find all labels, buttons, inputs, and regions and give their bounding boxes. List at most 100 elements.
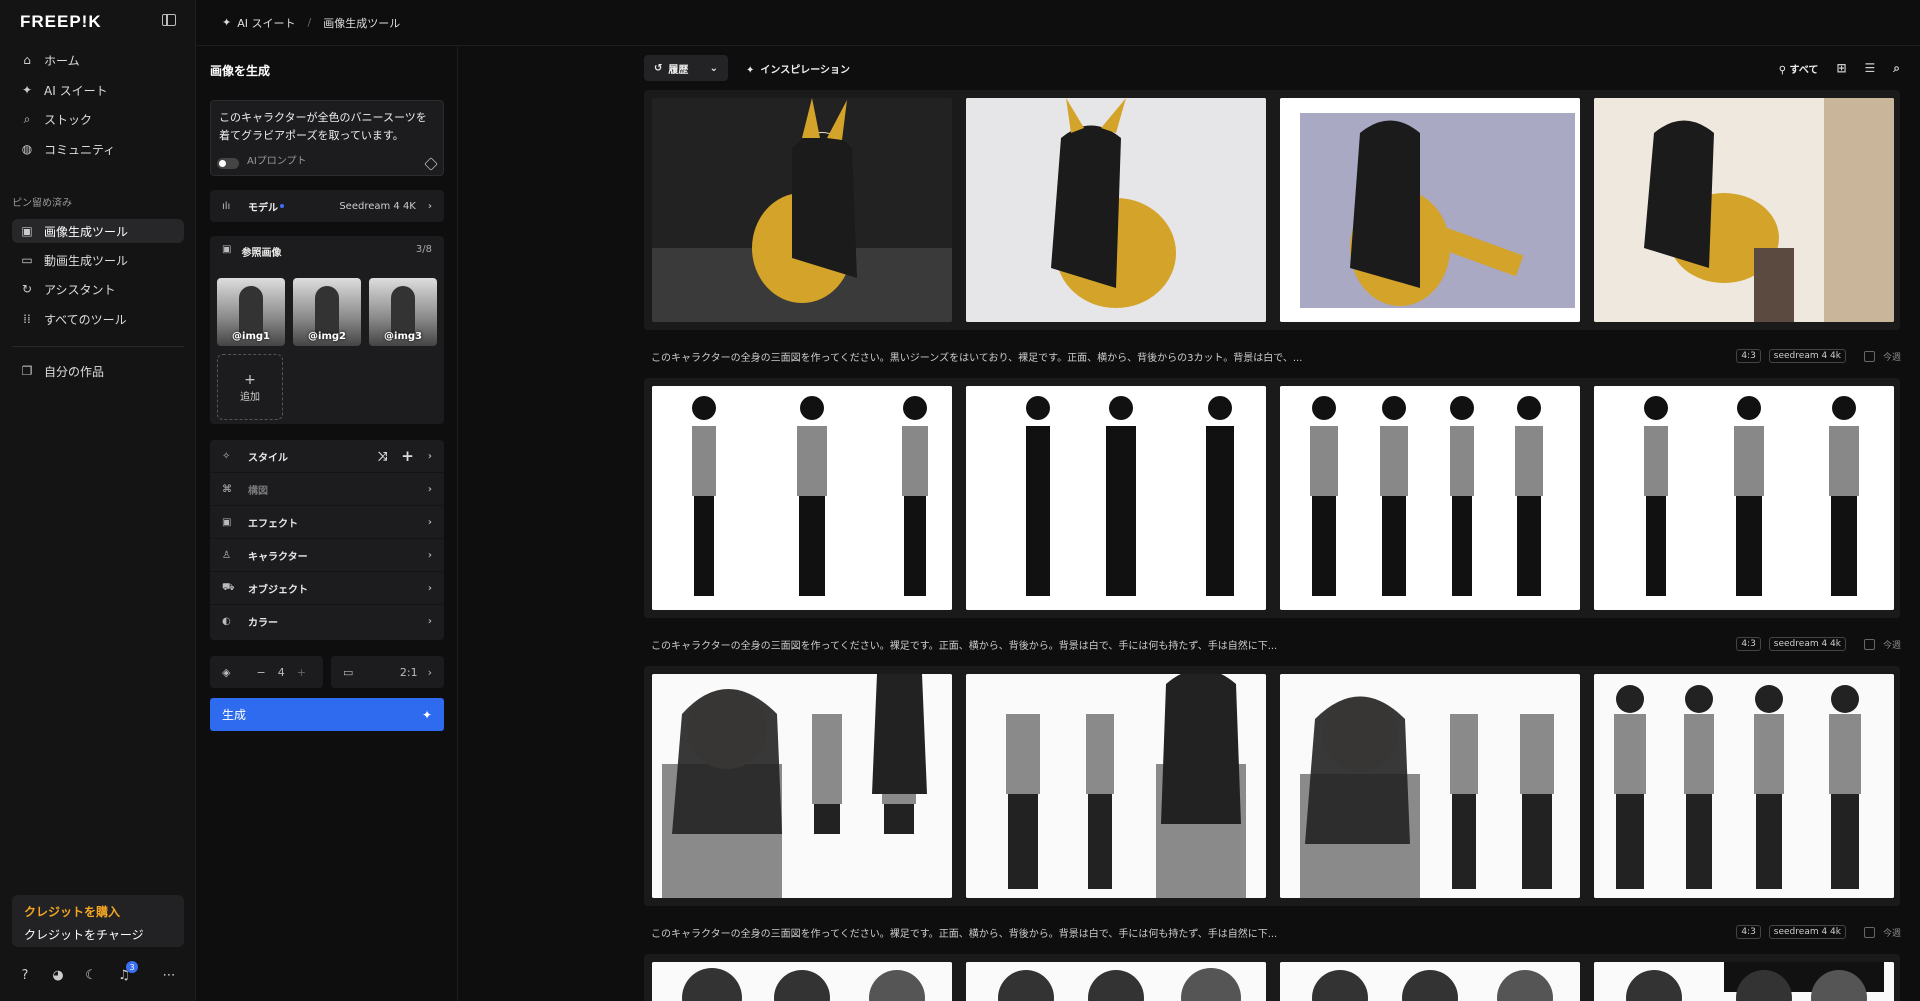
search-icon[interactable]: ⌕	[1893, 61, 1900, 76]
generated-image[interactable]	[652, 962, 952, 1001]
nav-ai-suite[interactable]: ✦ AI スイート	[12, 78, 184, 102]
add-reference-button[interactable]: + 追加	[217, 354, 283, 420]
date-label: 今週	[1882, 928, 1901, 939]
generated-image[interactable]	[1280, 962, 1580, 1001]
chevron-right-icon: ›	[427, 516, 432, 528]
nav-video-generator[interactable]: ▭ 動画生成ツール	[12, 248, 184, 272]
generated-image[interactable]	[1280, 98, 1580, 322]
select-checkbox[interactable]	[1863, 638, 1875, 650]
turnaround-image	[1594, 962, 1894, 1001]
generated-image[interactable]	[966, 386, 1266, 610]
bunny-girl-image	[1594, 98, 1894, 322]
prompt-caption: このキャラクターの全身の三面図を作ってください。裸足です。正面、横から、背後から…	[651, 637, 1901, 652]
generated-image[interactable]	[652, 674, 952, 898]
grid-view-icon[interactable]: ⊞	[1836, 61, 1846, 75]
nav-stock[interactable]: ⌕ ストック	[12, 107, 184, 131]
chat-icon: ↻	[21, 282, 33, 296]
globe-icon: ◍	[21, 142, 33, 156]
charge-credits-link[interactable]: クレジットをチャージ	[24, 926, 172, 943]
nav-label: ホーム	[44, 53, 80, 68]
nav-all-tools[interactable]: ⁞⁞ すべてのツール	[12, 307, 184, 331]
generated-image[interactable]	[1280, 674, 1580, 898]
nav-label: 画像生成ツール	[44, 224, 129, 239]
filter-all-button[interactable]: ⚲ すべて	[1779, 61, 1819, 76]
prompt-text: このキャラクターが全色のバニースーツを着てグラビアポーズを取っています。	[219, 111, 427, 142]
nav-image-generator[interactable]: ▣ 画像生成ツール	[12, 219, 184, 243]
prompt-input[interactable]: このキャラクターが全色のバニースーツを着てグラビアポーズを取っています。 AIプ…	[210, 100, 444, 176]
reference-thumb[interactable]: @img1	[217, 278, 285, 346]
nav-my-works[interactable]: ❐ 自分の作品	[12, 359, 184, 383]
breadcrumb: ✦ AI スイート / 画像生成ツール	[196, 0, 1920, 46]
reference-thumb[interactable]: @img3	[369, 278, 437, 346]
credit-card[interactable]: クレジットを購入 クレジットをチャージ	[12, 895, 184, 947]
object-row[interactable]: ⛟ オブジェクト ›	[210, 572, 444, 605]
select-checkbox[interactable]	[1863, 926, 1875, 938]
sidebar-toggle-icon[interactable]	[162, 14, 176, 26]
composition-label: 構図	[248, 485, 268, 497]
help-icon[interactable]: ?	[16, 966, 34, 984]
cube-icon[interactable]	[424, 157, 438, 171]
generated-image[interactable]	[1280, 386, 1580, 610]
shuffle-icon[interactable]: ⤨	[378, 449, 388, 464]
model-selector[interactable]: ılı モデル Seedream 4 4K ›	[210, 190, 444, 222]
discord-icon[interactable]: ◕	[49, 966, 67, 984]
prompt-caption: このキャラクターの全身の三面図を作ってください。黒いジーンズをはいており、裸足で…	[651, 349, 1901, 364]
settings-sliders-icon[interactable]: ☰	[1865, 61, 1876, 75]
generated-image[interactable]	[652, 386, 952, 610]
decrement-button[interactable]: −	[256, 666, 265, 679]
bunny-girl-image	[652, 98, 952, 322]
ai-prompt-toggle[interactable]	[217, 158, 239, 169]
more-icon[interactable]: ⋯	[160, 966, 178, 984]
divider	[12, 346, 184, 347]
effect-row[interactable]: ▣ エフェクト ›	[210, 506, 444, 539]
generated-image[interactable]	[1594, 962, 1894, 1001]
generate-button[interactable]: 生成 ✦	[210, 698, 444, 731]
nav-label: すべてのツール	[44, 312, 127, 327]
generated-image[interactable]	[966, 98, 1266, 322]
breadcrumb-root[interactable]: AI スイート	[237, 15, 295, 31]
chevron-down-icon: ⌄	[709, 62, 718, 74]
nav-community[interactable]: ◍ コミュニティ	[12, 137, 184, 161]
select-checkbox[interactable]	[1863, 350, 1875, 362]
generated-image[interactable]	[652, 98, 952, 322]
generated-image[interactable]	[966, 962, 1266, 1001]
history-dropdown[interactable]: ↺ 履歴 ⌄	[644, 55, 728, 81]
bar-chart-icon: ılı	[222, 200, 231, 212]
chevron-right-icon: ›	[427, 616, 432, 627]
generator-panel: 画像を生成 このキャラクターが全色のバニースーツを着てグラビアポーズを取っていま…	[196, 46, 458, 1001]
prompt-caption: このキャラクターの全身の三面図を作ってください。裸足です。正面、横から、背後から…	[651, 925, 1901, 940]
style-icon: ✧	[222, 450, 231, 462]
bunny-girl-image	[1280, 98, 1580, 322]
increment-button[interactable]: +	[297, 666, 306, 679]
notification-badge: 3	[126, 961, 138, 973]
add-label: 追加	[240, 391, 260, 403]
reference-label: 参照画像	[241, 248, 282, 259]
generated-image[interactable]	[1594, 674, 1894, 898]
generated-image[interactable]	[1594, 98, 1894, 322]
buy-credits-link[interactable]: クレジットを購入	[24, 903, 172, 920]
character-row[interactable]: ♙ キャラクター ›	[210, 539, 444, 572]
composition-row[interactable]: ⌘ 構図 ›	[210, 473, 444, 506]
nav-assistant[interactable]: ↻ アシスタント	[12, 277, 184, 301]
color-row[interactable]: ◐ カラー ›	[210, 605, 444, 638]
model-label: モデル	[248, 202, 278, 214]
inspiration-tab[interactable]: ✦ インスピレーション	[746, 61, 850, 76]
person-icon: ♙	[222, 549, 231, 561]
caption-text: このキャラクターの全身の三面図を作ってください。黒いジーンズをはいており、裸足で…	[651, 352, 1303, 364]
moon-icon[interactable]: ☾	[82, 966, 100, 984]
nav-home[interactable]: ⌂ ホーム	[12, 48, 184, 72]
plus-icon[interactable]: +	[401, 447, 414, 465]
generated-image[interactable]	[966, 674, 1266, 898]
chevron-right-icon: ›	[427, 483, 432, 495]
history-icon: ↺	[654, 62, 663, 74]
freepik-logo[interactable]: FREEP!K	[20, 12, 102, 32]
chevron-right-icon: ›	[427, 665, 432, 679]
style-row[interactable]: ✧ スタイル ⤨ + ›	[210, 440, 444, 473]
turnaround-image	[1280, 962, 1580, 1001]
chevron-right-icon: ›	[427, 582, 432, 594]
new-dot	[280, 204, 284, 208]
generated-image[interactable]	[1594, 386, 1894, 610]
reference-thumb[interactable]: @img2	[293, 278, 361, 346]
aspect-ratio-selector[interactable]: ▭ 2:1 ›	[331, 656, 444, 688]
home-icon: ⌂	[23, 53, 31, 67]
